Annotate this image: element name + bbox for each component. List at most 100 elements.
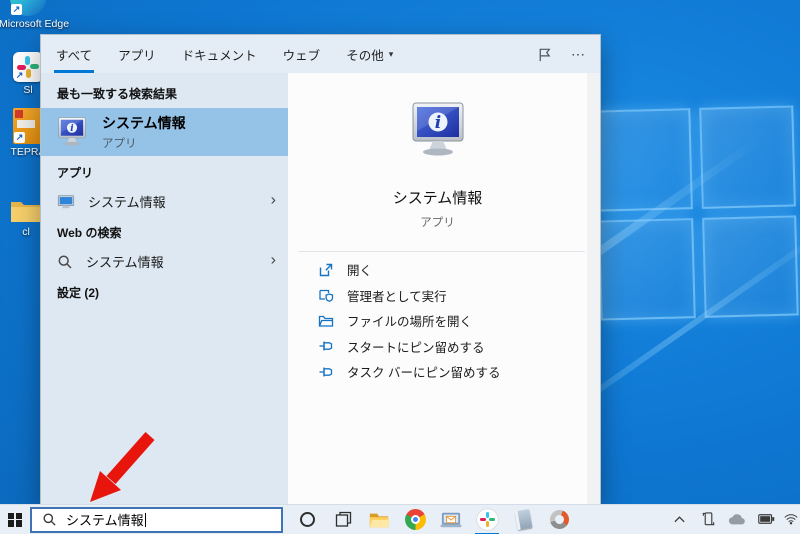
apps-result-system-info[interactable]: システム情報 › [41, 187, 288, 216]
web-search-header: Web の検索 [41, 216, 288, 247]
tab-label: その他 [346, 45, 384, 64]
edge-icon: ↗ [10, 0, 46, 16]
shortcut-arrow-icon: ↗ [11, 4, 22, 15]
shortcut-arrow-icon: ↗ [14, 70, 25, 81]
action-pin-to-start[interactable]: スタートにピン留めする [318, 334, 577, 360]
chrome-icon [405, 509, 426, 530]
action-label: 開く [347, 260, 372, 279]
app-monitor-icon [57, 193, 75, 211]
tepra-icon: ↗ [13, 108, 43, 144]
wifi-icon [784, 512, 798, 526]
text-caret [145, 513, 146, 527]
circular-logo-icon [547, 507, 571, 531]
best-match-title: システム情報 [102, 113, 186, 133]
logo-pane [598, 218, 695, 321]
system-info-large-icon: i [406, 98, 470, 162]
mail-app-icon [440, 510, 462, 530]
chevron-down-icon: ▾ [389, 49, 394, 60]
task-view-icon [335, 511, 352, 528]
system-info-icon: i [55, 115, 89, 149]
detail-title: システム情報 [288, 187, 587, 208]
tab-label: すべて [56, 45, 92, 64]
folder-icon [9, 198, 43, 224]
windows-logo-icon [8, 513, 22, 527]
tepra-band [17, 120, 35, 128]
folder-open-icon [318, 313, 334, 329]
taskbar-task-view-button[interactable] [325, 505, 361, 534]
taskbar-slack-button[interactable] [469, 505, 505, 534]
search-icon [57, 254, 73, 270]
chevron-up-icon [673, 514, 686, 524]
settings-section-header: 設定 (2) [41, 276, 288, 307]
slack-shortcut-icon: ↗ [13, 52, 43, 82]
action-label: タスク バーにピン留めする [347, 362, 500, 381]
detail-subtitle: アプリ [288, 214, 587, 230]
red-annotation-arrow [78, 430, 168, 510]
logo-pane [702, 215, 799, 318]
web-result-label: システム情報 [86, 252, 164, 271]
show-hidden-icons-button[interactable] [668, 504, 690, 534]
wifi-tray-button[interactable] [784, 504, 798, 534]
cloud-icon [728, 513, 746, 525]
tab-label: アプリ [118, 45, 156, 64]
search-icon [42, 512, 57, 527]
search-tab-bar: すべて アプリ ドキュメント ウェブ その他 ▾ ⋯ [41, 35, 600, 73]
logo-pane [595, 108, 692, 211]
cortana-icon [300, 512, 315, 527]
web-result-system-info[interactable]: システム情報 › [41, 247, 288, 276]
desktop-icon-label: Microsoft Edge [0, 18, 57, 30]
taskbar-search-box[interactable]: システム情報 [30, 507, 283, 533]
taskbar-notebook-app-button[interactable] [505, 505, 541, 534]
desktop: ↗ Microsoft Edge ↗ Sl ↗ TEPRA [0, 0, 800, 534]
detail-divider [298, 251, 585, 252]
tab-documents[interactable]: ドキュメント [182, 35, 257, 73]
phone-icon [701, 511, 716, 527]
logo-pane [699, 105, 796, 208]
battery-tray-button[interactable] [755, 504, 777, 534]
best-match-header: 最も一致する検索結果 [41, 73, 288, 108]
action-label: スタートにピン留めする [347, 337, 485, 356]
search-input-value: システム情報 [66, 510, 144, 529]
more-options-icon[interactable]: ⋯ [571, 46, 586, 63]
tab-apps[interactable]: アプリ [118, 35, 156, 73]
action-run-as-administrator[interactable]: 管理者として実行 [318, 283, 577, 309]
desktop-icon-microsoft-edge[interactable]: ↗ Microsoft Edge [0, 0, 57, 30]
taskbar-mail-app-button[interactable] [433, 505, 469, 534]
windows-wallpaper-logo [595, 105, 798, 320]
best-match-result-system-info[interactable]: i システム情報 アプリ [41, 108, 288, 156]
tab-web[interactable]: ウェブ [283, 35, 321, 73]
notebook-icon [514, 509, 532, 530]
feedback-icon[interactable] [536, 46, 553, 63]
your-phone-tray-button[interactable] [697, 504, 719, 534]
file-explorer-icon [368, 509, 390, 531]
onedrive-tray-button[interactable] [726, 504, 748, 534]
taskbar-circular-logo-app-button[interactable] [541, 505, 577, 534]
pin-icon [318, 364, 334, 380]
taskbar-chrome-button[interactable] [397, 505, 433, 534]
apps-result-label: システム情報 [88, 192, 166, 211]
action-open[interactable]: 開く [318, 257, 577, 283]
taskbar-cortana-button[interactable] [289, 505, 325, 534]
tab-label: ドキュメント [182, 45, 257, 64]
start-button[interactable] [0, 505, 30, 534]
taskbar-file-explorer-button[interactable] [361, 505, 397, 534]
shortcut-arrow-icon: ↗ [14, 132, 25, 143]
svg-text:i: i [70, 124, 74, 134]
chevron-right-icon: › [271, 191, 276, 209]
scrollbar-track[interactable] [587, 73, 600, 504]
tab-more[interactable]: その他 ▾ [346, 35, 393, 73]
pin-icon [318, 338, 334, 354]
action-label: ファイルの場所を開く [347, 311, 472, 330]
system-tray [668, 504, 800, 534]
battery-icon [758, 513, 775, 525]
best-match-subtitle: アプリ [102, 135, 186, 151]
tab-all[interactable]: すべて [56, 35, 92, 73]
tepra-mark [15, 110, 23, 118]
action-pin-to-taskbar[interactable]: タスク バーにピン留めする [318, 359, 577, 385]
slack-icon [477, 509, 498, 530]
shield-icon [318, 287, 334, 303]
action-label: 管理者として実行 [347, 286, 447, 305]
action-open-file-location[interactable]: ファイルの場所を開く [318, 308, 577, 334]
search-detail-panel: i システム情報 アプリ 開く [288, 73, 600, 504]
tab-label: ウェブ [283, 45, 321, 64]
